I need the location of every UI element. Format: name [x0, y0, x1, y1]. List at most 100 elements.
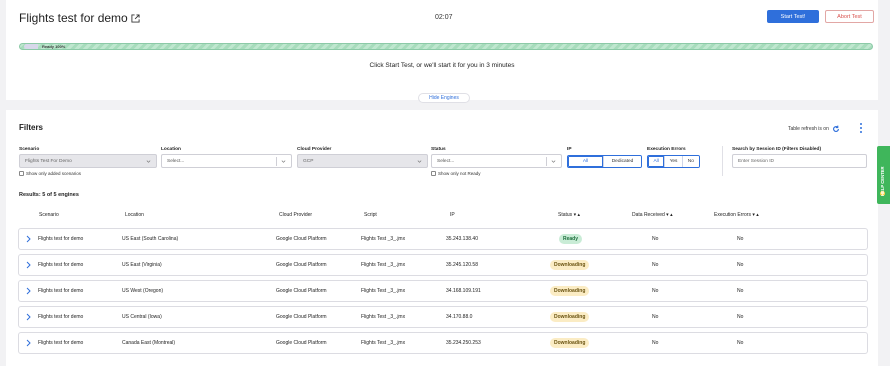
cell-scenario: Flights test for demo [38, 262, 84, 268]
session-id-input[interactable]: Enter Session ID [732, 154, 867, 168]
cell-scenario: Flights test for demo [38, 236, 84, 242]
show-not-ready-checkbox[interactable]: Show only not Ready [431, 171, 481, 176]
cell-script: Flights Test _3_.jmx [361, 288, 406, 294]
chevron-down-icon [551, 160, 556, 163]
show-not-ready-label: Show only not Ready [438, 171, 481, 176]
table-refresh-status: Table refresh is on [788, 125, 840, 133]
cell-ip: 34.170.88.0 [446, 314, 473, 320]
chevron-right-icon[interactable] [25, 235, 31, 243]
checkbox-box[interactable] [19, 171, 24, 176]
cloud-provider-filter-label: Cloud Provider [297, 147, 332, 152]
table-row[interactable]: Flights test for demo US East (Virginia)… [18, 254, 868, 276]
cell-script: Flights Test _3_.jmx [361, 314, 406, 320]
more-options-icon[interactable] [859, 123, 863, 133]
chevron-right-icon[interactable] [25, 313, 31, 321]
progress-label: Ready 100% [42, 44, 66, 49]
auto-start-message: Click Start Test, or we'll start it for … [369, 62, 515, 69]
cell-location: US East (Virginia) [122, 262, 162, 268]
execution-errors-filter-label: Execution Errors [647, 147, 686, 152]
scenario-select-value: Flights Test For Demo [25, 158, 72, 164]
execution-errors-toggle-group: All Yes No [647, 155, 700, 168]
ip-option-dedicated[interactable]: Dedicated [603, 156, 641, 167]
chevron-right-icon[interactable] [25, 287, 31, 295]
ip-filter-label: IP [567, 147, 572, 152]
table-row[interactable]: Flights test for demo US East (South Car… [18, 228, 868, 250]
status-badge: Downloading [550, 286, 590, 296]
cell-data-received: No [652, 236, 659, 242]
cell-location: US East (South Carolina) [122, 236, 179, 242]
chevron-right-icon[interactable] [25, 339, 31, 347]
progress-marker [24, 44, 38, 49]
table-row[interactable]: Flights test for demo Canada East (Montr… [18, 332, 868, 354]
cell-cloud-provider: Google Cloud Platform [276, 288, 327, 294]
location-select[interactable]: Select... [161, 154, 292, 168]
column-header-scenario: Scenario [39, 212, 59, 218]
results-count: Results: 5 of 5 engines [19, 192, 79, 198]
external-link-icon[interactable] [131, 13, 140, 23]
cell-data-received: No [652, 314, 659, 320]
cloud-provider-value: GCP [303, 158, 314, 164]
cell-ip: 35.245.120.58 [446, 262, 478, 268]
cell-cloud-provider: Google Cloud Platform [276, 314, 327, 320]
cell-scenario: Flights test for demo [38, 314, 84, 320]
help-center-tab[interactable]: HELP CENTER [877, 146, 890, 204]
start-test-button[interactable]: Start Test! [767, 10, 819, 23]
status-filter-label: Status [431, 147, 446, 152]
cell-execution-errors: No [737, 340, 744, 346]
table-row[interactable]: Flights test for demo US Central (Iowa) … [18, 306, 868, 328]
abort-test-button[interactable]: Abort Test [825, 10, 874, 23]
status-badge: Downloading [550, 338, 590, 348]
location-filter-label: Location [161, 147, 181, 152]
errors-option-no[interactable]: No [681, 156, 699, 167]
progress-fill [20, 44, 872, 49]
column-header-data-received[interactable]: Data Received ▾ ▴ [632, 212, 673, 218]
status-badge: Ready [559, 234, 583, 244]
cell-data-received: No [652, 288, 659, 294]
test-title[interactable]: Flights test for demo [19, 11, 140, 25]
cell-script: Flights Test _3_.jmx [361, 340, 406, 346]
cell-execution-errors: No [737, 236, 744, 242]
cell-location: US Central (Iowa) [122, 314, 162, 320]
status-badge: Downloading [550, 312, 590, 322]
show-added-scenarios-checkbox[interactable]: Show only added scenarios [19, 171, 81, 176]
cell-execution-errors: No [737, 314, 744, 320]
checkbox-box[interactable] [431, 171, 436, 176]
cell-cloud-provider: Google Cloud Platform [276, 340, 327, 346]
column-header-cloud-provider: Cloud Provider [279, 212, 313, 218]
engines-panel: Filters Table refresh is on Scenario Fli… [6, 110, 878, 366]
column-header-status[interactable]: Status ▾ ▴ [558, 212, 580, 218]
ip-option-all[interactable]: All [568, 156, 604, 167]
chevron-right-icon[interactable] [25, 261, 31, 269]
cell-location: Canada East (Montreal) [122, 340, 176, 346]
cell-scenario: Flights test for demo [38, 340, 84, 346]
errors-option-yes[interactable]: Yes [664, 156, 682, 167]
column-header-script: Script [364, 212, 377, 218]
cell-cloud-provider: Google Cloud Platform [276, 236, 327, 242]
filter-separator [722, 146, 723, 176]
status-badge: Downloading [550, 260, 590, 270]
test-header-panel: Flights test for demo 02:07 Start Test! … [6, 0, 878, 100]
refresh-icon[interactable] [832, 125, 840, 133]
ready-progress-bar: Ready 100% [19, 43, 873, 50]
filters-heading: Filters [19, 123, 44, 132]
cell-location: US West (Oregon) [122, 288, 164, 294]
cell-ip: 34.168.109.191 [446, 288, 481, 294]
location-select-placeholder: Select... [167, 158, 185, 164]
cell-execution-errors: No [737, 262, 744, 268]
scenario-select[interactable]: Flights Test For Demo [19, 154, 157, 168]
column-header-ip: IP [450, 212, 455, 218]
scenario-filter-label: Scenario [19, 147, 40, 152]
cell-data-received: No [652, 340, 659, 346]
cell-data-received: No [652, 262, 659, 268]
test-title-text[interactable]: Flights test for demo [19, 11, 128, 25]
status-select[interactable]: Select... [431, 154, 562, 168]
column-header-execution-errors[interactable]: Execution Errors ▾ ▴ [714, 212, 759, 218]
cloud-provider-select[interactable]: GCP [297, 154, 428, 168]
countdown-timer: 02:07 [435, 14, 453, 21]
errors-option-all[interactable]: All [648, 156, 665, 167]
session-search-label: Search by Session ID (Filters Disabled) [732, 147, 822, 152]
column-header-location: Location [125, 212, 144, 218]
table-row[interactable]: Flights test for demo US West (Oregon) G… [18, 280, 868, 302]
hide-engines-button[interactable]: Hide Engines [418, 93, 470, 103]
chevron-down-icon [281, 160, 286, 163]
